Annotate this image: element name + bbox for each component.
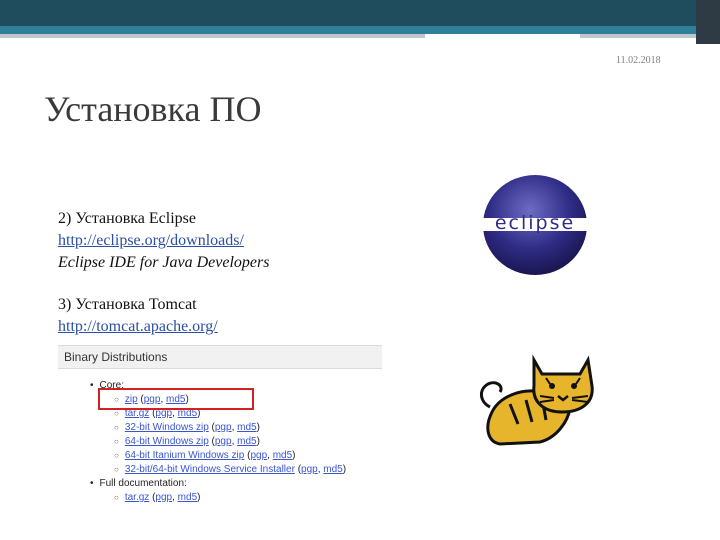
full-doc-label: Full documentation: (90, 477, 346, 491)
header-notch (425, 34, 580, 44)
slide-body: 2) Установка Eclipse http://eclipse.org/… (58, 208, 269, 338)
doc-item: tar.gz (pgp, md5) (114, 491, 346, 505)
tomcat-link[interactable]: http://tomcat.apache.org/ (58, 316, 269, 338)
header-band-teal (0, 26, 720, 34)
core-item: 32-bit/64-bit Windows Service Installer … (114, 463, 346, 477)
header-band-gray (0, 34, 720, 38)
download-link[interactable]: 64-bit Itanium Windows zip (125, 450, 245, 461)
download-link[interactable]: 64-bit Windows zip (125, 436, 209, 447)
eclipse-heading: 2) Установка Eclipse (58, 210, 196, 227)
header-bar (0, 0, 720, 46)
header-corner-block (696, 0, 720, 44)
binary-distributions-screenshot: Binary Distributions Core: zip (pgp, md5… (58, 345, 382, 515)
core-item: 64-bit Windows zip (pgp, md5) (114, 435, 346, 449)
download-link[interactable]: 32-bit/64-bit Windows Service Installer (125, 464, 295, 475)
slide-date: 11.02.2018 (616, 55, 661, 66)
slide-title: Установка ПО (44, 89, 262, 129)
tomcat-heading: 3) Установка Tomcat (58, 296, 197, 313)
download-link[interactable]: 32-bit Windows zip (125, 422, 209, 433)
download-link[interactable]: tar.gz (125, 492, 149, 503)
eclipse-logo-text: eclipse (495, 212, 575, 234)
eclipse-link[interactable]: http://eclipse.org/downloads/ (58, 230, 269, 252)
core-item: 64-bit Itanium Windows zip (pgp, md5) (114, 449, 346, 463)
tomcat-logo-icon (480, 354, 594, 446)
binary-distributions-title: Binary Distributions (58, 345, 382, 369)
core-item: 32-bit Windows zip (pgp, md5) (114, 421, 346, 435)
header-band-dark (0, 0, 720, 26)
eclipse-logo-icon: eclipse (479, 175, 591, 275)
eclipse-subtitle: Eclipse IDE for Java Developers (58, 254, 270, 271)
highlight-box (98, 388, 254, 410)
